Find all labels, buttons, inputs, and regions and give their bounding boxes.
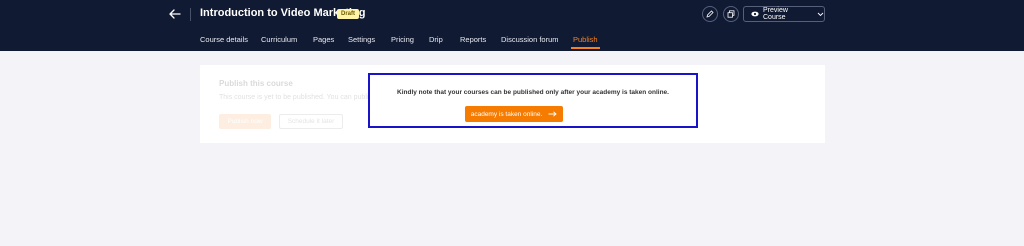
tab-reports[interactable]: Reports [460, 35, 486, 44]
academy-online-button[interactable]: academy is taken online. [465, 106, 563, 122]
tab-drip[interactable]: Drip [429, 35, 443, 44]
schedule-later-button[interactable]: Schedule it later [279, 114, 343, 129]
header-divider [190, 8, 191, 21]
copy-icon [727, 10, 735, 18]
copy-button[interactable] [723, 6, 739, 22]
publish-now-button[interactable]: Publish now [219, 114, 271, 129]
tab-publish[interactable]: Publish [573, 35, 598, 44]
back-arrow-icon[interactable] [168, 7, 182, 21]
tab-pages[interactable]: Pages [313, 35, 334, 44]
publish-card-title: Publish this course [219, 79, 293, 88]
arrow-right-icon [548, 111, 557, 117]
tab-pricing[interactable]: Pricing [391, 35, 414, 44]
academy-online-label: academy is taken online. [470, 110, 543, 118]
eye-icon [751, 11, 759, 17]
tab-discussion-forum[interactable]: Discussion forum [501, 35, 559, 44]
preview-course-label: Preview Course [763, 7, 788, 21]
top-bar: Introduction to Video Marketing Draft Pr… [0, 0, 1024, 51]
notice-message: Kindly note that your courses can be pub… [397, 89, 669, 96]
tab-course-details[interactable]: Course details [200, 35, 248, 44]
publish-notice: Kindly note that your courses can be pub… [368, 73, 698, 128]
pencil-icon [706, 10, 714, 18]
status-badge: Draft [337, 9, 360, 19]
edit-button[interactable] [702, 6, 718, 22]
tab-curriculum[interactable]: Curriculum [261, 35, 297, 44]
preview-course-button[interactable]: Preview Course [743, 6, 825, 22]
active-tab-indicator [571, 47, 600, 49]
tab-settings[interactable]: Settings [348, 35, 375, 44]
chevron-down-icon [817, 12, 824, 16]
